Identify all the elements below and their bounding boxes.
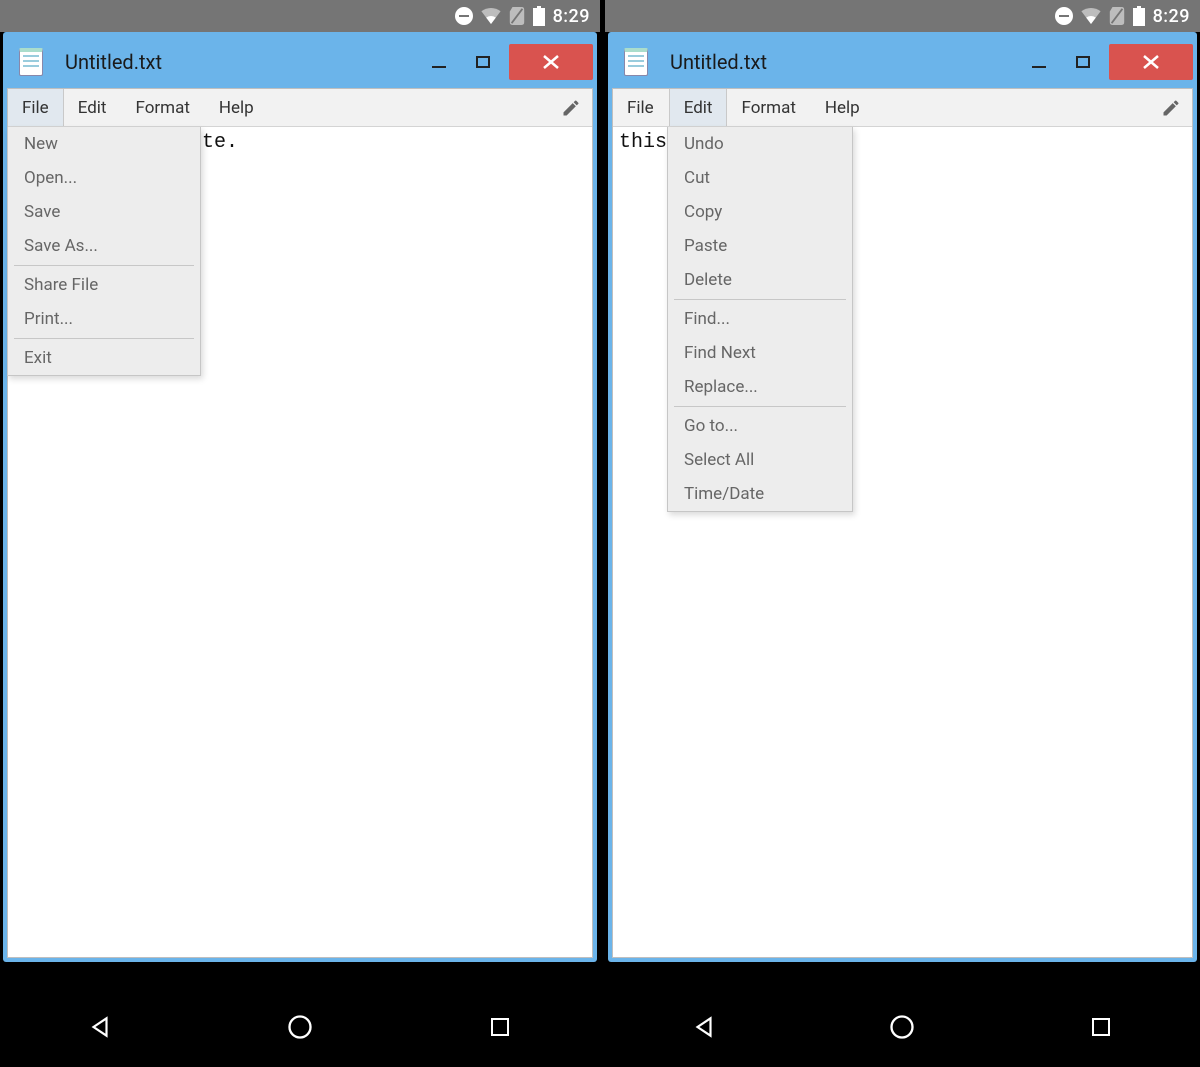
editor-frame: File Edit Format Help te. NewOpen...Save… [7,88,593,958]
status-bar: 8:29 [605,0,1200,32]
visible-text: this [619,131,667,154]
edit-menu-item-go-to[interactable]: Go to... [668,409,852,443]
phone-left: 8:29 Untitled.txt File Edit F [0,0,600,1067]
file-dropdown: NewOpen...SaveSave As... Share FilePrint.… [7,127,201,376]
edit-menu-item-undo[interactable]: Undo [668,127,852,161]
battery-icon [533,6,545,26]
nav-back-button[interactable] [684,1007,724,1047]
maximize-button[interactable] [461,42,505,82]
notepad-icon [624,48,648,76]
file-menu-item-print[interactable]: Print... [8,302,200,336]
no-sim-icon [509,7,525,25]
edit-menu-item-find-next[interactable]: Find Next [668,336,852,370]
menu-edit[interactable]: Edit [669,89,728,126]
edit-menu-item-replace[interactable]: Replace... [668,370,852,404]
edit-menu-item-paste[interactable]: Paste [668,229,852,263]
notepad-icon [19,48,43,76]
nav-recent-button[interactable] [480,1007,520,1047]
menu-bar: File Edit Format Help [8,89,592,127]
file-menu-item-new[interactable]: New [8,127,200,161]
nav-home-button[interactable] [882,1007,922,1047]
edit-mode-icon[interactable] [550,89,592,126]
file-menu-item-save-as[interactable]: Save As... [8,229,200,263]
nav-recent-button[interactable] [1081,1007,1121,1047]
file-menu-item-exit[interactable]: Exit [8,341,200,375]
wifi-icon [1081,8,1101,24]
menu-format[interactable]: Format [121,89,204,126]
do-not-disturb-icon [455,7,473,25]
status-time: 8:29 [1153,6,1190,27]
minimize-button[interactable] [417,42,461,82]
menu-bar: File Edit Format Help [613,89,1192,127]
file-menu-separator [14,338,194,339]
close-button[interactable] [1109,44,1193,80]
maximize-button[interactable] [1061,42,1105,82]
edit-menu-item-time-date[interactable]: Time/Date [668,477,852,511]
edit-menu-separator [674,299,846,300]
file-menu-separator [14,265,194,266]
nav-home-button[interactable] [280,1007,320,1047]
visible-text: te. [202,131,238,154]
edit-mode-icon[interactable] [1150,89,1192,126]
edit-menu-item-cut[interactable]: Cut [668,161,852,195]
app-window: Untitled.txt File Edit Format Help [608,32,1197,962]
edit-menu-separator [674,406,846,407]
edit-menu-item-delete[interactable]: Delete [668,263,852,297]
edit-menu-item-copy[interactable]: Copy [668,195,852,229]
phone-right: 8:29 Untitled.txt File Edit F [600,0,1200,1067]
wifi-icon [481,8,501,24]
status-icons: 8:29 [455,6,590,27]
no-sim-icon [1109,7,1125,25]
file-menu-item-open[interactable]: Open... [8,161,200,195]
editor-frame: File Edit Format Help this UndoCutCopyPa… [612,88,1193,958]
app-window: Untitled.txt File Edit Format Help [3,32,597,962]
nav-back-button[interactable] [80,1007,120,1047]
edit-dropdown: UndoCutCopyPasteDelete Find...Find NextRe… [667,127,853,512]
nav-bar [605,987,1200,1067]
menu-help[interactable]: Help [811,89,875,126]
title-bar[interactable]: Untitled.txt [612,36,1193,88]
menu-file[interactable]: File [613,89,669,126]
menu-edit[interactable]: Edit [64,89,122,126]
nav-bar [0,987,600,1067]
status-icons: 8:29 [1055,6,1190,27]
status-time: 8:29 [553,6,590,27]
menu-format[interactable]: Format [727,89,810,126]
window-title: Untitled.txt [670,50,1017,74]
file-menu-item-save[interactable]: Save [8,195,200,229]
minimize-button[interactable] [1017,42,1061,82]
edit-menu-item-find[interactable]: Find... [668,302,852,336]
status-bar: 8:29 [0,0,600,32]
window-title: Untitled.txt [65,50,417,74]
title-bar[interactable]: Untitled.txt [7,36,593,88]
edit-menu-item-select-all[interactable]: Select All [668,443,852,477]
close-button[interactable] [509,44,593,80]
menu-help[interactable]: Help [205,89,269,126]
file-menu-item-share-file[interactable]: Share File [8,268,200,302]
menu-file[interactable]: File [8,89,64,126]
battery-icon [1133,6,1145,26]
do-not-disturb-icon [1055,7,1073,25]
